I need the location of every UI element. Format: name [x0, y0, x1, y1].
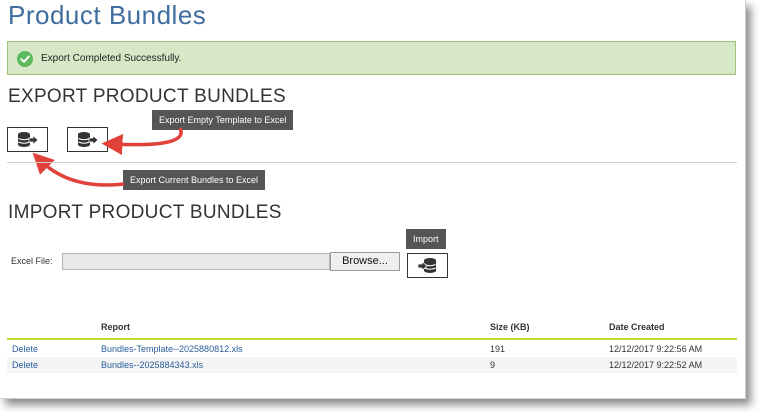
- table-header-rule: [7, 338, 737, 340]
- section-divider: [7, 162, 737, 163]
- excel-file-input[interactable]: [62, 253, 330, 270]
- delete-link[interactable]: Delete: [12, 360, 38, 370]
- import-section-title: IMPORT PRODUCT BUNDLES: [8, 202, 282, 223]
- excel-file-label: Excel File:: [11, 256, 53, 266]
- import-button[interactable]: [407, 253, 448, 278]
- report-link[interactable]: Bundles-Template--2025880812.xls: [101, 344, 243, 354]
- report-size: 9: [490, 360, 496, 370]
- arrow-template: [101, 127, 183, 156]
- database-import-icon: [417, 257, 436, 273]
- table-row: Delete Bundles--2025884343.xls 9 12/12/2…: [7, 357, 737, 373]
- column-header-date: Date Created: [609, 322, 665, 332]
- delete-link[interactable]: Delete: [12, 344, 38, 354]
- page-frame: Product Bundles Export Completed Success…: [0, 0, 746, 399]
- column-header-size: Size (KB): [490, 322, 530, 332]
- report-size: 191: [490, 344, 506, 354]
- table-row: Delete Bundles-Template--2025880812.xls …: [7, 341, 737, 357]
- report-link[interactable]: Bundles--2025884343.xls: [101, 360, 203, 370]
- column-header-report: Report: [101, 322, 130, 332]
- report-date: 12/12/2017 9:22:52 AM: [609, 360, 703, 370]
- browse-button[interactable]: Browse...: [330, 252, 400, 271]
- tooltip-import: Import: [406, 229, 446, 249]
- arrow-current: [32, 152, 125, 187]
- report-date: 12/12/2017 9:22:56 AM: [609, 344, 703, 354]
